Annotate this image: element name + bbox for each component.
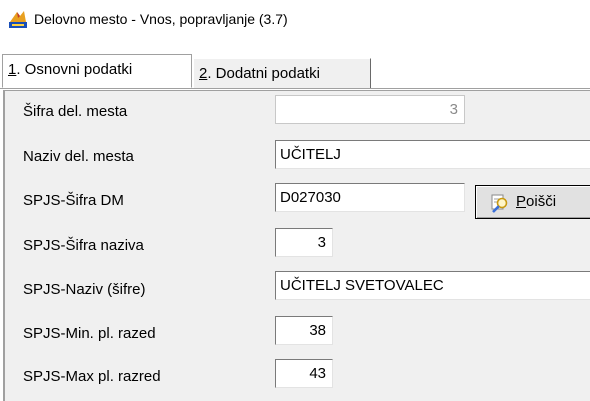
tab-dodatni-podatki[interactable]: 2. Dodatni podatki — [193, 58, 371, 88]
spjs-naziv-label: SPJS-Naziv (šifre) — [23, 281, 146, 298]
button-mnemonic: P — [516, 193, 527, 210]
tab-strip: 1. Osnovni podatki 2. Dodatni podatki — [0, 54, 590, 89]
button-label: oišči — [526, 193, 557, 210]
window-title: Delovno mesto - Vnos, popravljanje (3.7) — [34, 11, 288, 27]
tab-label: . Dodatni podatki — [207, 65, 320, 82]
search-icon — [491, 194, 508, 213]
spjs-sifra-dm-label: SPJS-Šifra DM — [23, 192, 124, 209]
spjs-max-label: SPJS-Max pl. razred — [23, 368, 161, 385]
spjs-min-field[interactable]: 38 — [275, 316, 333, 345]
spjs-sifra-naziva-label: SPJS-Šifra naziva — [23, 237, 144, 254]
naziv-label: Naziv del. mesta — [23, 148, 134, 165]
form-panel: Šifra del. mesta 3 Naziv del. mesta UČIT… — [3, 90, 590, 401]
naziv-field[interactable]: UČITELJ — [275, 140, 590, 169]
title-bar: Delovno mesto - Vnos, popravljanje (3.7) — [0, 0, 590, 38]
app-icon — [9, 11, 27, 28]
tab-osnovni-podatki[interactable]: 1. Osnovni podatki — [2, 54, 192, 88]
tab-label: . Osnovni podatki — [16, 61, 133, 78]
sifra-field[interactable]: 3 — [275, 95, 465, 124]
spjs-min-label: SPJS-Min. pl. razed — [23, 325, 156, 342]
poisci-button[interactable]: Poišči — [475, 185, 590, 219]
spjs-sifra-naziva-field[interactable]: 3 — [275, 228, 333, 257]
spjs-max-field[interactable]: 43 — [275, 359, 333, 388]
sifra-label: Šifra del. mesta — [23, 103, 128, 120]
spjs-sifra-dm-field[interactable]: D027030 — [275, 183, 465, 212]
spjs-naziv-field[interactable]: UČITELJ SVETOVALEC — [275, 271, 590, 300]
